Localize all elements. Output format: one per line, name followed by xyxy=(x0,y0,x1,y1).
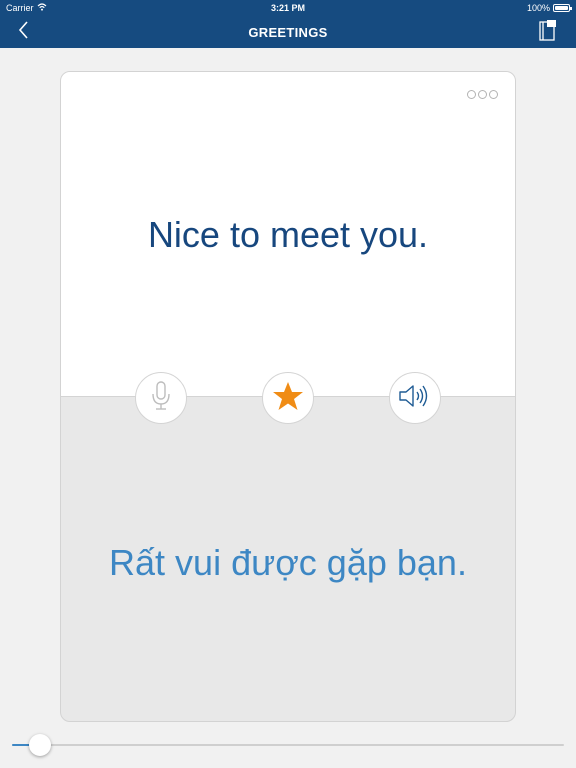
phrasebook-button[interactable] xyxy=(536,19,560,46)
star-icon xyxy=(272,381,304,416)
battery-percent: 100% xyxy=(526,3,550,13)
status-battery: 100% xyxy=(526,3,572,13)
phrase-progress-slider[interactable] xyxy=(12,733,564,757)
battery-icon xyxy=(553,4,572,12)
nav-bar: GREETINGS xyxy=(0,16,576,48)
phrase-card-top: Nice to meet you. xyxy=(61,72,515,397)
more-options-icon[interactable] xyxy=(467,90,498,99)
speaker-icon xyxy=(398,382,432,415)
phrasebook-icon xyxy=(538,19,558,46)
slider-track xyxy=(12,744,564,746)
slider-thumb[interactable] xyxy=(28,734,51,756)
phrase-vietnamese: Rất vui được gặp bạn. xyxy=(109,542,467,583)
microphone-icon xyxy=(149,380,173,417)
play-audio-button[interactable] xyxy=(389,372,441,424)
record-button[interactable] xyxy=(135,372,187,424)
phrase-english: Nice to meet you. xyxy=(147,214,429,255)
status-time: 3:21 PM xyxy=(270,3,305,13)
page-title: GREETINGS xyxy=(248,25,328,40)
favorite-button[interactable] xyxy=(262,372,314,424)
status-bar: Carrier 3:21 PM 100% xyxy=(0,0,576,16)
